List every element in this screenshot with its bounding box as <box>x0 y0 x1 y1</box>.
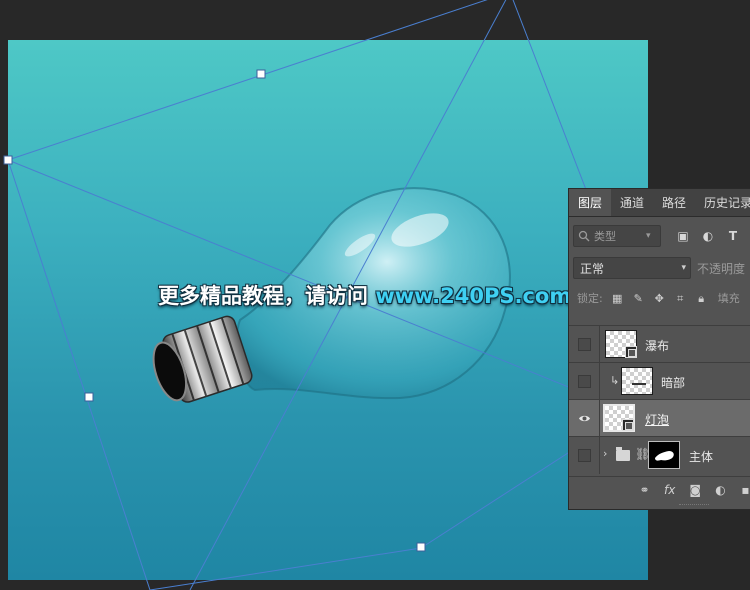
layer-group-row[interactable]: › ⛓︎ 主体 <box>569 436 750 474</box>
lock-transparency-icon[interactable]: ▦ <box>611 292 624 305</box>
visibility-toggle[interactable] <box>578 375 591 388</box>
panel-resize-grip[interactable] <box>679 504 709 507</box>
layer-mask-thumbnail[interactable] <box>648 441 680 469</box>
visibility-toggle[interactable] <box>578 412 591 425</box>
smart-object-icon <box>625 346 637 358</box>
pixel-filter-icon[interactable]: ▣ <box>675 228 691 244</box>
folder-icon <box>616 447 630 461</box>
chevron-right-icon[interactable]: › <box>603 447 607 460</box>
adjustment-layer-icon[interactable]: ◐ <box>715 483 726 497</box>
lock-row: 锁定: ▦ ✎ ✥ ⌗ 🔒︎ 填充 <box>569 287 750 309</box>
panel-bottom-bar: ⚭ fx ◙ ◐ ▪ <box>569 476 750 502</box>
chevron-down-icon: ▾ <box>681 263 686 273</box>
filter-icons: ▣ ◐ T <box>675 228 741 244</box>
add-mask-icon[interactable]: ◙ <box>689 483 701 497</box>
layer-row[interactable]: 瀑布 <box>569 325 750 363</box>
visibility-toggle[interactable] <box>578 449 591 462</box>
kind-filter-select[interactable]: 类型 ▾ <box>573 225 661 247</box>
tab-paths[interactable]: 路径 <box>653 189 695 216</box>
filter-row: 类型 ▾ ▣ ◐ T <box>569 223 750 249</box>
lock-artboard-icon[interactable]: ⌗ <box>674 292 687 305</box>
opacity-label: 不透明度 <box>697 261 746 276</box>
visibility-toggle[interactable] <box>578 338 591 351</box>
search-icon <box>578 230 590 242</box>
watermark-url: www.240PS.com <box>375 284 572 308</box>
layers-panel: 图层 通道 路径 历史记录 类型 ▾ ▣ ◐ T 正常 ▾ 不透明度 锁定: ▦ <box>568 188 750 510</box>
fill-label: 填充 <box>717 292 740 305</box>
chevron-down-icon: ▾ <box>646 231 651 241</box>
layers-list: 瀑布 ↳ 暗部 灯泡 › ⛓︎ 主体 <box>569 325 750 474</box>
eye-icon <box>579 415 590 422</box>
layer-name: 灯泡 <box>645 413 670 427</box>
lock-all-icon[interactable]: 🔒︎ <box>695 292 708 305</box>
tab-history[interactable]: 历史记录 <box>695 189 750 216</box>
blend-row: 正常 ▾ 不透明度 <box>569 256 750 280</box>
layer-thumbnail <box>603 404 635 432</box>
layer-thumbnail <box>621 367 653 395</box>
fx-icon[interactable]: fx <box>664 483 675 497</box>
layer-name: 瀑布 <box>645 339 670 353</box>
kind-filter-label: 类型 <box>594 230 616 243</box>
type-filter-icon[interactable]: T <box>725 228 741 244</box>
lock-paint-icon[interactable]: ✎ <box>632 292 645 305</box>
layer-row[interactable]: ↳ 暗部 <box>569 362 750 400</box>
mask-shape <box>655 451 674 461</box>
lock-label: 锁定: <box>577 292 603 305</box>
adjustment-filter-icon[interactable]: ◐ <box>700 228 716 244</box>
watermark-cn: 更多精品教程，请访问 <box>158 284 368 308</box>
tab-layers[interactable]: 图层 <box>569 189 612 216</box>
lock-position-icon[interactable]: ✥ <box>653 292 666 305</box>
link-layers-icon[interactable]: ⚭ <box>639 483 650 497</box>
layer-name: 暗部 <box>661 376 686 390</box>
new-group-icon[interactable]: ▪ <box>740 483 750 497</box>
layer-row-selected[interactable]: 灯泡 <box>569 399 750 437</box>
layer-name: 主体 <box>689 450 714 464</box>
layer-thumbnail <box>605 330 637 358</box>
smart-object-icon <box>622 419 634 431</box>
blend-mode-select[interactable]: 正常 ▾ <box>573 257 691 279</box>
clip-arrow-icon: ↳ <box>610 374 620 387</box>
blend-mode-value: 正常 <box>580 261 605 276</box>
watermark-text: 更多精品教程，请访问 www.240PS.com <box>158 280 571 310</box>
panel-tabs: 图层 通道 路径 历史记录 <box>569 189 750 217</box>
tab-channels[interactable]: 通道 <box>611 189 653 216</box>
